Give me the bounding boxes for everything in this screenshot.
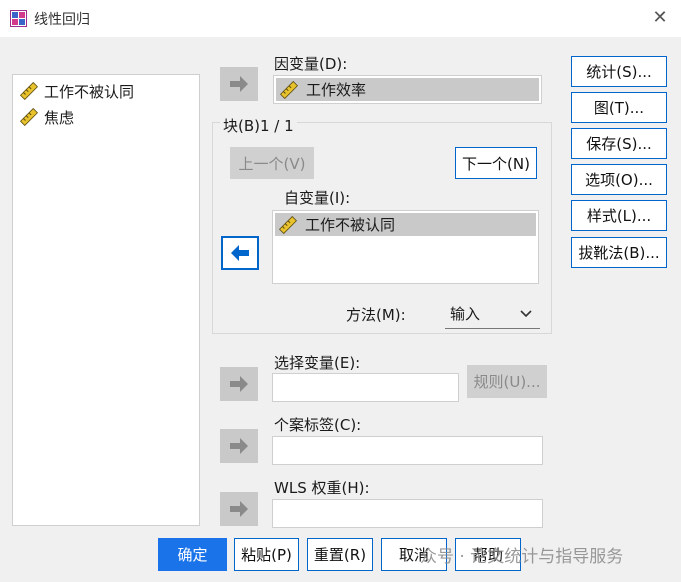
style-button[interactable]: 样式(L)... xyxy=(571,200,667,231)
method-select[interactable]: 输入 xyxy=(445,299,540,329)
independent-list[interactable]: 工作不被认同 xyxy=(272,210,539,284)
move-to-independent-button[interactable] xyxy=(221,236,259,270)
window-title: 线性回归 xyxy=(34,12,90,28)
move-to-dependent-button[interactable] xyxy=(220,67,258,101)
arrow-right-icon xyxy=(230,501,248,517)
selection-variable-field[interactable] xyxy=(272,373,459,402)
selection-variable-label: 选择变量(E): xyxy=(274,354,361,372)
ok-button[interactable]: 确定 xyxy=(158,538,227,571)
bootstrap-button[interactable]: 拔靴法(B)... xyxy=(571,237,667,268)
arrow-right-icon xyxy=(230,76,248,92)
scale-ruler-icon xyxy=(280,80,298,99)
scale-ruler-icon xyxy=(279,215,297,234)
scale-ruler-icon xyxy=(20,82,38,100)
previous-block-button[interactable]: 上一个(V) xyxy=(230,147,314,179)
dependent-label: 因变量(D): xyxy=(274,55,348,73)
close-icon[interactable]: ✕ xyxy=(648,6,672,30)
options-button[interactable]: 选项(O)... xyxy=(571,164,667,195)
independent-value: 工作不被认同 xyxy=(305,216,396,234)
arrow-right-icon xyxy=(230,376,248,392)
selected-variable[interactable]: 工作不被认同 xyxy=(275,213,536,236)
watermark-text: 众号 · 论文统计与指导服务 xyxy=(420,547,624,567)
wls-weight-field[interactable] xyxy=(272,499,543,528)
wls-weight-label: WLS 权重(H): xyxy=(274,479,370,497)
regression-app-icon xyxy=(10,10,27,27)
case-label-field[interactable] xyxy=(272,436,543,465)
reset-button[interactable]: 重置(R) xyxy=(307,538,373,571)
case-label-label: 个案标签(C): xyxy=(274,416,362,434)
rule-button[interactable]: 规则(U)... xyxy=(467,365,547,398)
method-label: 方法(M): xyxy=(346,306,406,324)
variable-name: 工作不被认同 xyxy=(44,82,135,101)
plots-button[interactable]: 图(T)... xyxy=(571,92,667,123)
next-block-button[interactable]: 下一个(N) xyxy=(455,147,537,179)
move-to-selection-button[interactable] xyxy=(220,367,258,401)
arrow-right-icon xyxy=(230,438,248,454)
dependent-value: 工作效率 xyxy=(306,81,367,99)
dependent-field[interactable]: 工作效率 xyxy=(273,75,542,104)
move-to-case-label-button[interactable] xyxy=(220,429,258,463)
source-variable-list[interactable]: 工作不被认同 焦虑 xyxy=(12,74,200,526)
chevron-down-icon xyxy=(520,309,532,317)
move-to-wls-button[interactable] xyxy=(220,492,258,526)
variable-name: 焦虑 xyxy=(44,108,75,127)
list-item[interactable]: 工作不被认同 xyxy=(20,80,134,102)
list-item[interactable]: 焦虑 xyxy=(20,106,74,128)
save-button[interactable]: 保存(S)... xyxy=(571,128,667,159)
title-bar xyxy=(0,0,681,37)
block-label: 块(B)1 / 1 xyxy=(220,115,297,136)
selected-variable[interactable]: 工作效率 xyxy=(276,78,539,101)
statistics-button[interactable]: 统计(S)... xyxy=(571,56,667,87)
method-value: 输入 xyxy=(450,305,481,323)
paste-button[interactable]: 粘贴(P) xyxy=(234,538,299,571)
arrow-left-icon xyxy=(231,245,249,261)
independent-label: 自变量(I): xyxy=(284,189,351,207)
scale-ruler-icon xyxy=(20,108,38,126)
